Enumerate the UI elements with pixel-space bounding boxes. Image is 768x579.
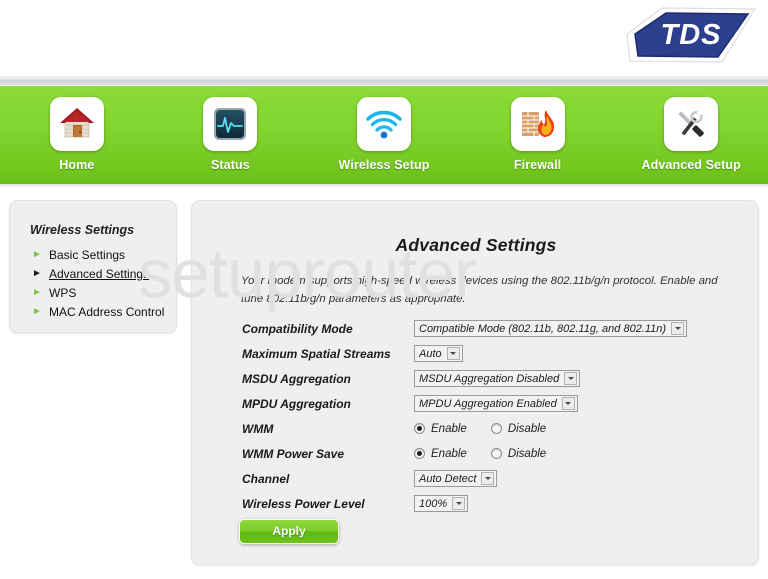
nav-item-advanced-setup[interactable]: Advanced Setup	[614, 86, 768, 172]
select-value: 100%	[419, 497, 448, 510]
wmm-power-save-radio-group: Enable Disable	[414, 448, 570, 460]
nav-label: Home	[59, 158, 95, 172]
select-value: Auto Detect	[419, 472, 477, 485]
radio-selected-icon	[414, 423, 425, 434]
field-label: Wireless Power Level	[242, 496, 365, 511]
radio-label: Enable	[431, 422, 467, 435]
nav-label: Advanced Setup	[641, 158, 741, 172]
sidebar-item-label: Advanced Settings	[49, 267, 150, 281]
field-label: MPDU Aggregation	[242, 396, 351, 411]
form-row-channel: Channel Auto Detect	[242, 466, 742, 491]
chevron-down-icon[interactable]	[481, 472, 495, 485]
svg-text:TDS: TDS	[661, 19, 722, 51]
main-content-panel: Advanced Settings Your modem supports hi…	[191, 200, 759, 565]
form-row-compatibility-mode: Compatibility Mode Compatible Mode (802.…	[242, 316, 742, 341]
radio-label: Disable	[507, 422, 547, 435]
header-divider	[0, 76, 768, 85]
sidebar-menu: ► Basic Settings ► Advanced Settings ► W…	[32, 246, 172, 322]
sidebar-item-basic-settings[interactable]: ► Basic Settings	[32, 246, 172, 264]
sidebar-item-label: WPS	[49, 286, 77, 300]
tools-icon	[664, 97, 719, 151]
chevron-down-icon[interactable]	[452, 497, 466, 510]
wireless-power-level-select[interactable]: 100%	[414, 495, 469, 512]
select-value: Auto	[419, 347, 442, 360]
channel-select[interactable]: Auto Detect	[414, 470, 498, 487]
chevron-right-icon: ►	[32, 268, 42, 279]
intro-text: Your modem supports high-speed wireless …	[241, 275, 718, 305]
field-label: Maximum Spatial Streams	[242, 346, 391, 361]
sidebar-title: Wireless Settings	[30, 223, 135, 237]
field-label: Compatibility Mode	[242, 321, 353, 336]
field-label: Channel	[242, 471, 290, 486]
compatibility-mode-select[interactable]: Compatible Mode (802.11b, 802.11g, and 8…	[414, 320, 688, 337]
tds-logo: TDS	[622, 4, 760, 66]
sidebar-panel: Wireless Settings ► Basic Settings ► Adv…	[9, 200, 177, 333]
sidebar-item-label: MAC Address Control	[49, 305, 165, 319]
radio-selected-icon	[414, 448, 425, 459]
firewall-flame-icon	[510, 97, 565, 151]
chevron-right-icon: ►	[32, 306, 42, 317]
msdu-aggregation-select[interactable]: MSDU Aggregation Disabled	[414, 370, 581, 387]
radio-label: Enable	[431, 447, 467, 460]
nav-item-firewall[interactable]: Firewall	[461, 86, 615, 172]
mpdu-aggregation-select[interactable]: MPDU Aggregation Enabled	[414, 395, 578, 412]
select-value: MSDU Aggregation Disabled	[419, 372, 560, 385]
chevron-down-icon[interactable]	[564, 372, 578, 385]
form-row-wmm: WMM Enable Disable	[242, 416, 742, 441]
nav-label: Firewall	[513, 158, 562, 172]
nav-item-home[interactable]: Home	[0, 86, 154, 172]
radio-unselected-icon	[490, 448, 502, 459]
maximum-spatial-streams-select[interactable]: Auto	[414, 345, 463, 362]
house-icon	[49, 97, 104, 151]
wifi-signal-icon	[356, 97, 411, 151]
apply-button[interactable]: Apply	[239, 519, 339, 544]
apply-button-container: Apply	[239, 519, 339, 544]
page-header: TDS	[0, 0, 768, 76]
chevron-down-icon[interactable]	[446, 347, 460, 360]
radio-label: Disable	[507, 447, 547, 460]
pulse-monitor-icon	[203, 97, 258, 151]
field-label: WMM Power Save	[242, 446, 345, 461]
radio-unselected-icon	[490, 423, 502, 434]
form-row-maximum-spatial-streams: Maximum Spatial Streams Auto	[242, 341, 742, 366]
select-value: MPDU Aggregation Enabled	[419, 397, 557, 410]
field-label: MSDU Aggregation	[242, 371, 351, 386]
advanced-settings-form: Compatibility Mode Compatible Mode (802.…	[242, 316, 742, 516]
wmm-power-save-disable-radio[interactable]: Disable	[490, 447, 547, 460]
chevron-down-icon[interactable]	[561, 397, 575, 410]
chevron-right-icon: ►	[32, 287, 42, 298]
wmm-disable-radio[interactable]: Disable	[490, 422, 547, 435]
form-row-wireless-power-level: Wireless Power Level 100%	[242, 491, 742, 516]
select-value: Compatible Mode (802.11b, 802.11g, and 8…	[419, 322, 667, 335]
navbar-shadow	[0, 184, 768, 188]
field-label: WMM	[242, 421, 274, 436]
nav-label: Status	[210, 158, 250, 172]
wmm-radio-group: Enable Disable	[414, 423, 570, 435]
nav-label: Wireless Setup	[338, 158, 430, 172]
chevron-down-icon[interactable]	[671, 322, 685, 335]
sidebar-item-wps[interactable]: ► WPS	[32, 284, 172, 302]
nav-item-wireless-setup[interactable]: Wireless Setup	[307, 86, 461, 172]
chevron-right-icon: ►	[32, 249, 42, 260]
sidebar-item-mac-address-control[interactable]: ► MAC Address Control	[32, 303, 172, 321]
wmm-power-save-enable-radio[interactable]: Enable	[414, 448, 467, 460]
main-navigation: Home Status Wireless Setup Firewall Adva…	[0, 86, 768, 184]
sidebar-item-label: Basic Settings	[49, 248, 126, 262]
nav-item-status[interactable]: Status	[154, 86, 308, 172]
form-row-msdu-aggregation: MSDU Aggregation MSDU Aggregation Disabl…	[242, 366, 742, 391]
form-row-mpdu-aggregation: MPDU Aggregation MPDU Aggregation Enable…	[242, 391, 742, 416]
form-row-wmm-power-save: WMM Power Save Enable Disable	[242, 441, 742, 466]
wmm-enable-radio[interactable]: Enable	[414, 423, 467, 435]
sidebar-item-advanced-settings[interactable]: ► Advanced Settings	[32, 265, 172, 283]
page-title: Advanced Settings	[395, 235, 557, 255]
